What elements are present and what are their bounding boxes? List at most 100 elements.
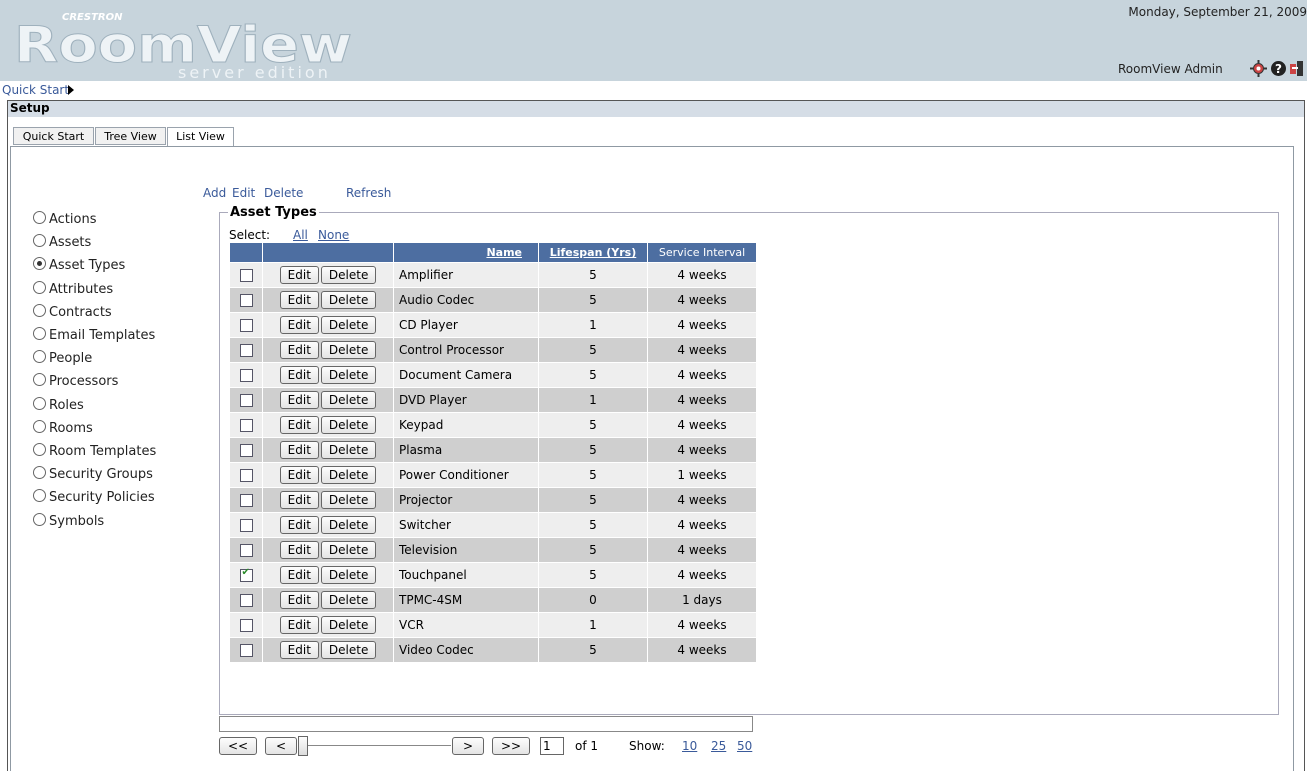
page-number-input[interactable] xyxy=(540,737,564,755)
radio-button[interactable] xyxy=(33,396,46,410)
horizontal-scrollbar[interactable] xyxy=(219,716,753,732)
tab-tree-view[interactable]: Tree View xyxy=(95,127,166,145)
page-slider-thumb[interactable] xyxy=(298,736,308,756)
row-checkbox[interactable] xyxy=(239,444,253,457)
row-checkbox[interactable] xyxy=(239,419,253,432)
row-checkbox[interactable] xyxy=(239,619,253,632)
radio-button[interactable] xyxy=(33,327,46,340)
page-slider-track[interactable] xyxy=(306,745,451,746)
radio-button[interactable] xyxy=(33,419,46,433)
row-delete-button[interactable]: Delete xyxy=(320,491,377,509)
delete-link[interactable]: Delete xyxy=(264,186,303,200)
row-edit-button[interactable]: Edit xyxy=(279,641,319,659)
first-page-button[interactable]: << xyxy=(219,737,257,755)
row-checkbox[interactable] xyxy=(239,369,253,382)
nav-option-actions[interactable]: Actions xyxy=(33,211,97,234)
row-edit-button[interactable]: Edit xyxy=(279,441,319,459)
row-checkbox[interactable] xyxy=(239,567,253,582)
tab-list-view[interactable]: List View xyxy=(167,127,234,147)
radio-button[interactable] xyxy=(33,512,46,526)
row-checkbox[interactable] xyxy=(239,519,253,532)
row-edit-button[interactable]: Edit xyxy=(279,291,319,309)
help-icon[interactable]: ? xyxy=(1270,60,1287,77)
select-all-link[interactable]: All xyxy=(293,228,308,242)
row-delete-button[interactable]: Delete xyxy=(320,466,377,484)
row-checkbox[interactable] xyxy=(239,644,253,657)
row-edit-button[interactable]: Edit xyxy=(279,366,319,384)
config-icon[interactable] xyxy=(1250,60,1267,77)
add-link[interactable]: Add xyxy=(203,186,226,200)
radio-button[interactable] xyxy=(33,489,46,503)
row-delete-button[interactable]: Delete xyxy=(320,366,377,384)
radio-button[interactable] xyxy=(33,303,46,317)
row-edit-button[interactable]: Edit xyxy=(279,416,319,434)
row-edit-button[interactable]: Edit xyxy=(279,466,319,484)
radio-button[interactable] xyxy=(33,211,46,224)
logout-icon[interactable] xyxy=(1288,60,1305,77)
nav-option-asset-types[interactable]: Asset Types xyxy=(33,257,125,280)
row-delete-button[interactable]: Delete xyxy=(320,541,377,559)
row-checkbox[interactable] xyxy=(239,594,253,607)
sort-lifespan-link[interactable]: Lifespan (Yrs) xyxy=(550,246,637,259)
last-page-button[interactable]: >> xyxy=(492,737,530,755)
radio-button[interactable] xyxy=(33,280,46,294)
row-edit-button[interactable]: Edit xyxy=(279,266,319,284)
radio-button[interactable] xyxy=(33,350,46,364)
tab-quick-start[interactable]: Quick Start xyxy=(13,127,94,145)
nav-option-processors[interactable]: Processors xyxy=(33,373,118,396)
row-edit-button[interactable]: Edit xyxy=(279,566,319,584)
row-checkbox[interactable] xyxy=(239,469,253,482)
row-delete-button[interactable]: Delete xyxy=(320,616,377,634)
nav-option-email-templates[interactable]: Email Templates xyxy=(33,327,155,350)
row-edit-button[interactable]: Edit xyxy=(279,516,319,534)
radio-button[interactable] xyxy=(33,373,46,387)
select-none-link[interactable]: None xyxy=(318,228,349,242)
row-delete-button[interactable]: Delete xyxy=(320,566,377,584)
row-delete-button[interactable]: Delete xyxy=(320,516,377,534)
header-name[interactable]: Name xyxy=(393,242,539,263)
row-checkbox[interactable] xyxy=(239,319,253,332)
row-checkbox[interactable] xyxy=(239,544,253,557)
row-delete-button[interactable]: Delete xyxy=(320,391,377,409)
show-10-link[interactable]: 10 xyxy=(682,739,697,753)
row-edit-button[interactable]: Edit xyxy=(279,316,319,334)
refresh-link[interactable]: Refresh xyxy=(346,186,391,200)
row-edit-button[interactable]: Edit xyxy=(279,541,319,559)
radio-button[interactable] xyxy=(33,466,46,480)
row-edit-button[interactable]: Edit xyxy=(279,616,319,634)
row-delete-button[interactable]: Delete xyxy=(320,291,377,309)
nav-option-rooms[interactable]: Rooms xyxy=(33,419,93,443)
nav-option-contracts[interactable]: Contracts xyxy=(33,303,112,327)
row-edit-button[interactable]: Edit xyxy=(279,391,319,409)
row-checkbox[interactable] xyxy=(239,394,253,407)
nav-option-roles[interactable]: Roles xyxy=(33,396,84,420)
nav-option-attributes[interactable]: Attributes xyxy=(33,280,113,304)
show-50-link[interactable]: 50 xyxy=(737,739,752,753)
nav-option-symbols[interactable]: Symbols xyxy=(33,512,104,536)
radio-button[interactable] xyxy=(33,257,46,271)
row-delete-button[interactable]: Delete xyxy=(320,641,377,659)
sort-name-link[interactable]: Name xyxy=(486,246,522,259)
header-lifespan[interactable]: Lifespan (Yrs) xyxy=(538,242,648,263)
row-edit-button[interactable]: Edit xyxy=(279,341,319,359)
quickstart-link[interactable]: Quick Start xyxy=(2,83,69,97)
row-edit-button[interactable]: Edit xyxy=(279,591,319,609)
row-checkbox[interactable] xyxy=(239,494,253,507)
radio-button[interactable] xyxy=(33,443,46,456)
nav-option-assets[interactable]: Assets xyxy=(33,234,91,257)
row-edit-button[interactable]: Edit xyxy=(279,491,319,509)
row-checkbox[interactable] xyxy=(239,344,253,357)
prev-page-button[interactable]: < xyxy=(265,737,297,755)
show-25-link[interactable]: 25 xyxy=(711,739,726,753)
row-delete-button[interactable]: Delete xyxy=(320,266,377,284)
radio-button[interactable] xyxy=(33,234,46,248)
row-checkbox[interactable] xyxy=(239,269,253,282)
nav-option-security-policies[interactable]: Security Policies xyxy=(33,489,155,512)
row-delete-button[interactable]: Delete xyxy=(320,416,377,434)
row-checkbox[interactable] xyxy=(239,294,253,307)
nav-option-room-templates[interactable]: Room Templates xyxy=(33,443,156,466)
next-page-button[interactable]: > xyxy=(452,737,484,755)
edit-link[interactable]: Edit xyxy=(232,186,255,200)
nav-option-security-groups[interactable]: Security Groups xyxy=(33,466,153,489)
row-delete-button[interactable]: Delete xyxy=(320,316,377,334)
